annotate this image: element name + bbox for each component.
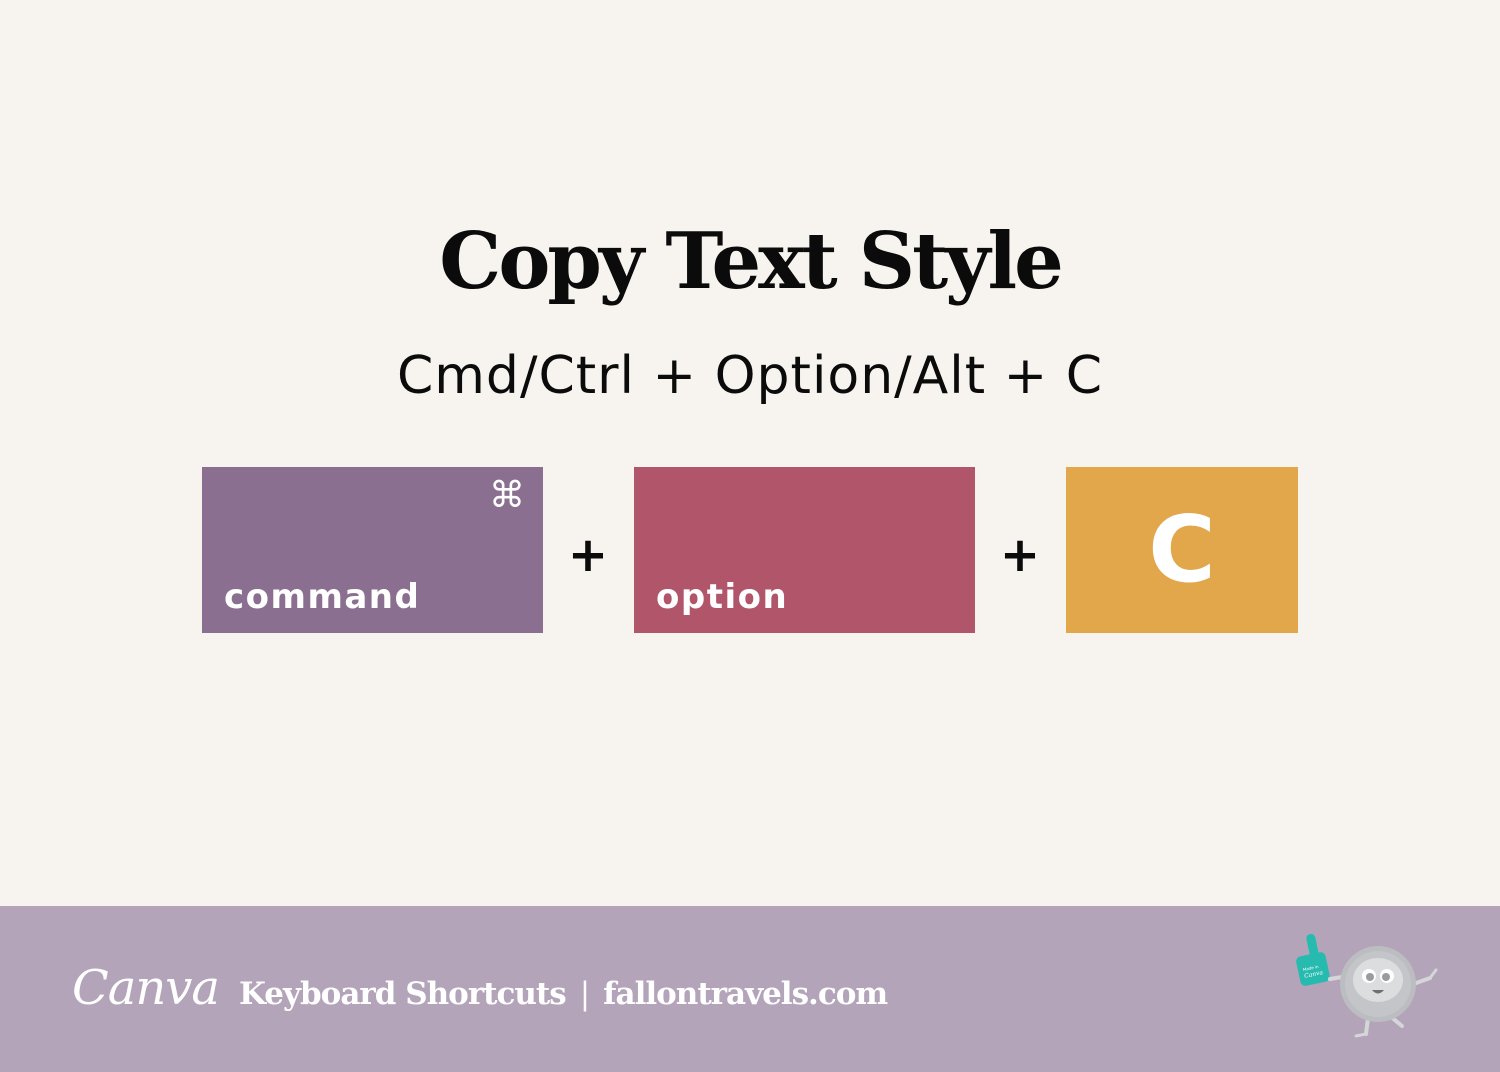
key-option: option	[634, 467, 975, 633]
key-command: ⌘ command	[202, 467, 543, 633]
canva-logo: Canva	[72, 960, 220, 1016]
footer-title: Keyboard Shortcuts	[239, 976, 567, 1012]
key-c-label: C	[1148, 496, 1216, 603]
mascot-icon: Made in Canva	[1296, 933, 1438, 1038]
footer-site-link[interactable]: fallontravels.com	[603, 976, 888, 1012]
command-icon: ⌘	[489, 475, 525, 516]
shortcut-text: Cmd/Ctrl + Option/Alt + C	[396, 346, 1104, 406]
plus-sign: +	[999, 527, 1041, 583]
footer-bar: Canva Keyboard Shortcuts | fallontravels…	[0, 906, 1500, 1072]
footer-separator: |	[579, 976, 591, 1012]
page-title: Copy Text Style	[439, 216, 1063, 307]
key-option-label: option	[656, 577, 789, 617]
key-c: C	[1066, 467, 1298, 633]
key-command-label: command	[224, 577, 421, 617]
foam-finger-icon: Made in Canva	[1296, 933, 1330, 986]
plus-sign: +	[567, 527, 609, 583]
footer-text: Canva Keyboard Shortcuts | fallontravels…	[72, 958, 888, 1018]
